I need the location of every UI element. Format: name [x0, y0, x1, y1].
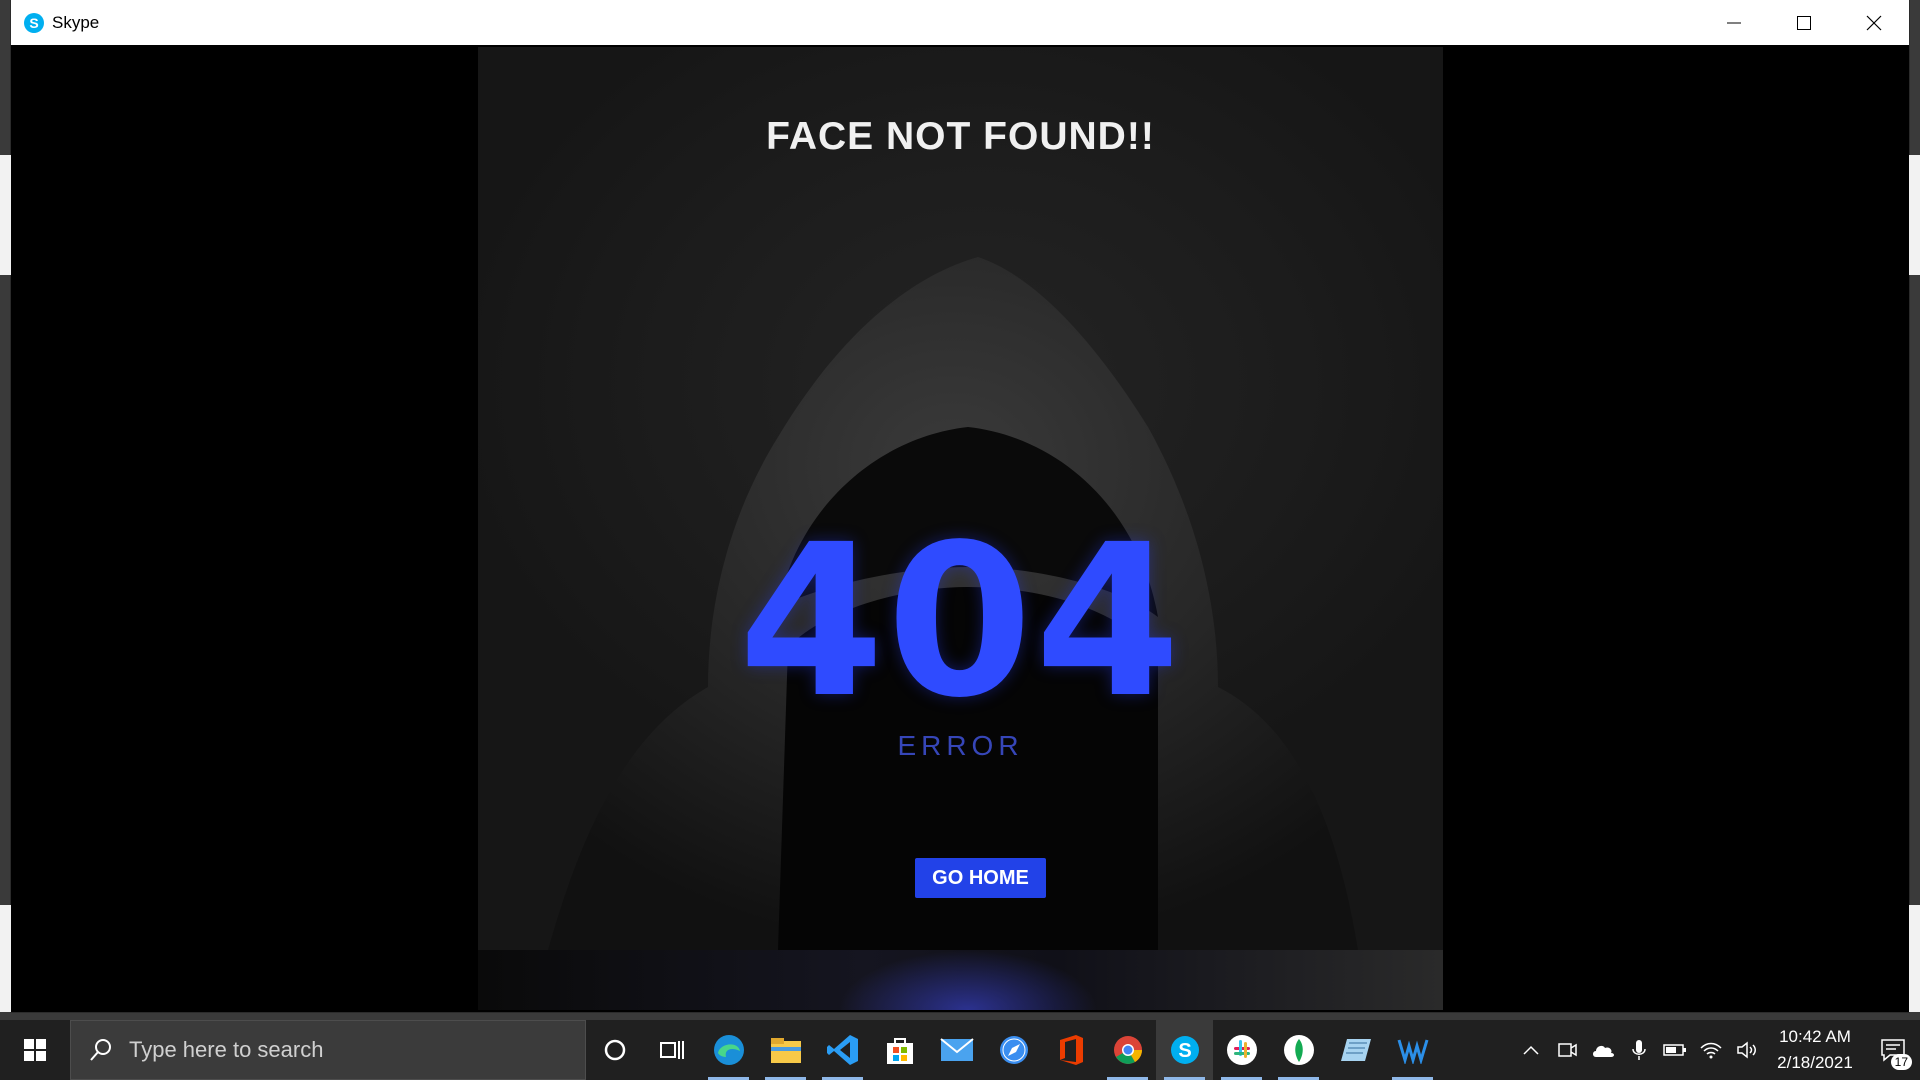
notification-count-badge: 17: [1890, 1054, 1912, 1070]
task-view-button[interactable]: [643, 1020, 700, 1080]
mongodb-taskbar-button[interactable]: [1270, 1020, 1327, 1080]
volume-button[interactable]: [1729, 1020, 1765, 1080]
action-center-button[interactable]: 17: [1865, 1020, 1920, 1080]
microphone-icon: [1632, 1040, 1646, 1060]
background-window-edge-left-lower: [0, 905, 11, 1012]
skype-taskbar-button[interactable]: S: [1156, 1020, 1213, 1080]
volume-icon: [1737, 1041, 1756, 1059]
background-window-edge-left: [0, 155, 11, 275]
cloud-icon: [1593, 1045, 1614, 1057]
clock-button[interactable]: 10:42 AM 2/18/2021: [1765, 1024, 1865, 1076]
chevron-up-icon: [1523, 1045, 1539, 1055]
background-window-edge-lower: [1909, 905, 1920, 1012]
microphone-button[interactable]: [1621, 1020, 1657, 1080]
waves-icon: [1397, 1039, 1428, 1064]
close-icon: [1866, 15, 1882, 30]
minimize-icon: [1727, 22, 1741, 23]
system-tray: 10:42 AM 2/18/2021 17: [1513, 1020, 1920, 1080]
battery-button[interactable]: [1657, 1020, 1693, 1080]
chrome-icon: [1113, 1036, 1142, 1064]
task-view-icon: [659, 1041, 684, 1059]
battery-icon: [1663, 1044, 1686, 1056]
notepad-taskbar-button[interactable]: [1327, 1020, 1384, 1080]
office-taskbar-button[interactable]: [1042, 1020, 1099, 1080]
image-bottom-strip: [478, 950, 1443, 1010]
title-bar[interactable]: S Skype: [11, 0, 1909, 45]
mongodb-icon: [1283, 1035, 1314, 1065]
go-home-button[interactable]: GO HOME: [915, 858, 1046, 898]
office-icon: [1059, 1035, 1083, 1065]
minimize-button[interactable]: [1699, 0, 1769, 45]
store-icon: [886, 1038, 913, 1064]
maximize-icon: [1797, 15, 1811, 30]
skype-icon: S: [1170, 1036, 1199, 1064]
windows-logo-icon: [24, 1039, 46, 1061]
close-button[interactable]: [1839, 0, 1909, 45]
waves-taskbar-button[interactable]: [1384, 1020, 1441, 1080]
edge-taskbar-button[interactable]: [700, 1020, 757, 1080]
clock-date: 2/18/2021: [1777, 1053, 1853, 1072]
blue-glow: [838, 950, 1098, 1010]
svg-text:S: S: [1178, 1040, 1191, 1062]
start-button[interactable]: [0, 1020, 70, 1080]
network-button[interactable]: [1693, 1020, 1729, 1080]
file-explorer-taskbar-button[interactable]: [757, 1020, 814, 1080]
headline-text: FACE NOT FOUND!!: [766, 115, 1155, 158]
camera-icon: [1558, 1043, 1577, 1057]
skype-window: S Skype FACE NOT FOUND!! 404 ERROR GO HO…: [11, 0, 1909, 1012]
error-code-text: 404: [738, 499, 1183, 744]
notepad-icon: [1340, 1039, 1371, 1061]
slack-taskbar-button[interactable]: [1213, 1020, 1270, 1080]
window-controls: [1699, 0, 1909, 45]
edge-icon: [713, 1035, 744, 1065]
maximize-button[interactable]: [1769, 0, 1839, 45]
clock-time: 10:42 AM: [1779, 1027, 1851, 1046]
chrome-taskbar-button[interactable]: [1099, 1020, 1156, 1080]
skype-logo-icon: S: [24, 12, 44, 33]
taskbar-search-box[interactable]: Type here to search: [70, 1020, 586, 1080]
store-taskbar-button[interactable]: [871, 1020, 928, 1080]
search-icon: [90, 1039, 111, 1061]
meet-now-button[interactable]: [1549, 1020, 1585, 1080]
file-explorer-icon: [770, 1038, 801, 1063]
mail-icon: [939, 1038, 974, 1061]
slack-icon: [1226, 1035, 1257, 1065]
shared-image[interactable]: FACE NOT FOUND!! 404 ERROR GO HOME: [478, 47, 1443, 1010]
vscode-taskbar-button[interactable]: [814, 1020, 871, 1080]
cortana-button[interactable]: [586, 1020, 643, 1080]
onedrive-button[interactable]: [1585, 1020, 1621, 1080]
error-label-text: ERROR: [897, 730, 1024, 761]
image-viewer-area: FACE NOT FOUND!! 404 ERROR GO HOME: [11, 45, 1909, 1012]
safari-taskbar-button[interactable]: [985, 1020, 1042, 1080]
background-window-edge: [1909, 155, 1920, 275]
show-hidden-icons-button[interactable]: [1513, 1020, 1549, 1080]
safari-icon: [999, 1036, 1028, 1064]
cortana-icon: [604, 1039, 625, 1061]
vscode-icon: [826, 1035, 858, 1065]
window-title: Skype: [52, 12, 100, 32]
mail-taskbar-button[interactable]: [928, 1020, 985, 1080]
wifi-icon: [1700, 1042, 1722, 1059]
taskbar: Type here to search S 10:42 AM 2/18/2021…: [0, 1020, 1920, 1080]
search-placeholder: Type here to search: [129, 1037, 324, 1062]
